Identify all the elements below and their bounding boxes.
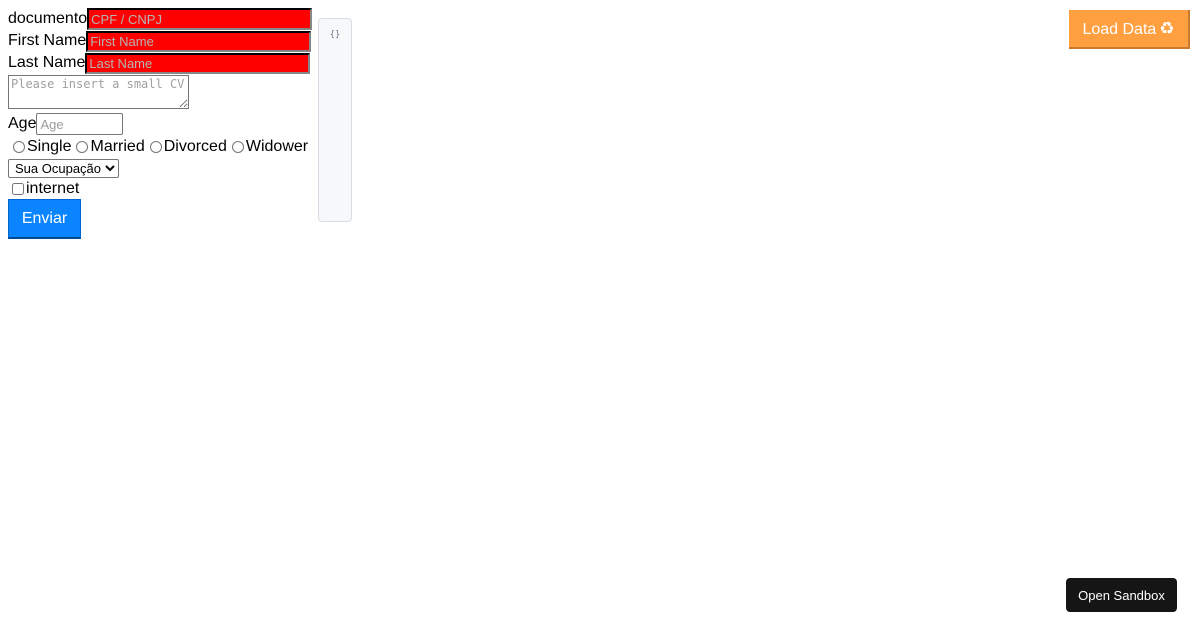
marital-single-radio[interactable] xyxy=(13,141,25,153)
load-data-button[interactable]: Load Data ♻ xyxy=(1069,10,1190,49)
open-sandbox-button[interactable]: Open Sandbox xyxy=(1066,578,1177,612)
document-row: documento xyxy=(8,8,320,30)
internet-checkbox[interactable] xyxy=(12,183,24,195)
last-name-input[interactable] xyxy=(85,52,311,74)
marital-status-group: Single Married Divorced Widower xyxy=(8,136,320,158)
age-input[interactable] xyxy=(36,113,124,135)
submit-button[interactable]: Enviar xyxy=(8,199,81,239)
document-input[interactable] xyxy=(87,8,313,30)
recycle-icon: ♻ xyxy=(1159,18,1175,39)
internet-label: internet xyxy=(26,180,80,197)
occupation-select[interactable]: Sua Ocupação xyxy=(8,159,119,178)
marital-widower-label: Widower xyxy=(245,138,309,155)
marital-single-label: Single xyxy=(27,138,72,155)
first-name-input[interactable] xyxy=(86,30,312,52)
age-row: Age xyxy=(8,112,320,136)
internet-row: internet xyxy=(8,179,320,199)
age-label: Age xyxy=(8,115,37,132)
marital-divorced-radio[interactable] xyxy=(149,141,162,153)
user-form: documento First Name Last Name Age Singl… xyxy=(8,8,320,239)
first-name-label: First Name xyxy=(8,32,87,49)
last-name-row: Last Name xyxy=(8,52,320,74)
last-name-label: Last Name xyxy=(8,54,86,71)
marital-widower-radio[interactable] xyxy=(231,141,244,153)
load-data-label: Load Data xyxy=(1082,20,1157,38)
first-name-row: First Name xyxy=(8,30,320,52)
marital-divorced-label: Divorced xyxy=(163,138,227,155)
cv-textarea[interactable] xyxy=(8,75,189,109)
json-output-text: {} xyxy=(329,30,341,40)
document-label: documento xyxy=(8,10,88,27)
marital-married-radio[interactable] xyxy=(76,141,89,153)
json-output-panel: {} xyxy=(318,18,352,222)
marital-married-label: Married xyxy=(90,138,145,155)
